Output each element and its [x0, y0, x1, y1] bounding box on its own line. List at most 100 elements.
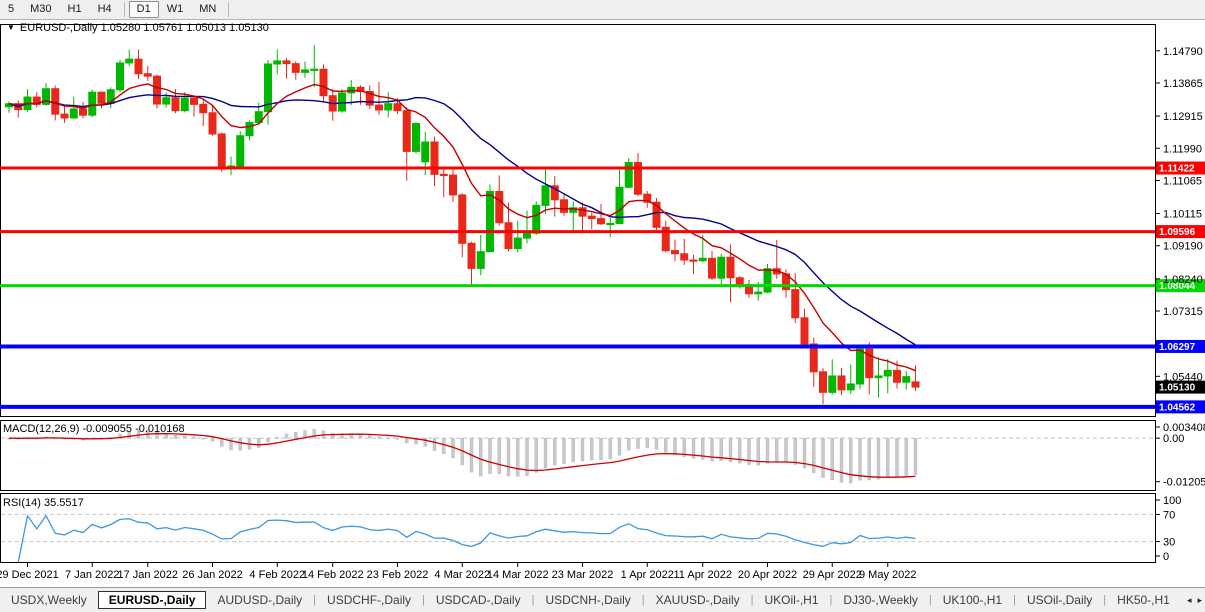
- chart-tab-usdcad-daily[interactable]: USDCAD-,Daily: [425, 591, 532, 609]
- price-tick-label: 1.12915: [1163, 111, 1203, 123]
- date-axis: 29 Dec 20217 Jan 202217 Jan 202226 Jan 2…: [0, 563, 916, 582]
- candle-body: [283, 61, 290, 64]
- candle-body: [690, 260, 697, 261]
- candle-body: [718, 257, 725, 278]
- chart-title: ▼ EURUSD-,Daily 1.05280 1.05761 1.05013 …: [7, 22, 269, 34]
- macd-bar: [766, 438, 769, 463]
- candle-body: [440, 174, 447, 175]
- chart-tab-usdchf-daily[interactable]: USDCHF-,Daily: [316, 591, 422, 609]
- candle-body: [52, 89, 59, 114]
- timeframe-button-w1[interactable]: W1: [159, 1, 192, 18]
- candle-body: [237, 136, 244, 166]
- macd-bar: [627, 438, 630, 450]
- candle-body: [61, 114, 68, 118]
- macd-bar: [174, 435, 177, 438]
- price-tick-label: 1.13865: [1163, 78, 1203, 90]
- candle-body: [598, 219, 605, 224]
- macd-bar: [378, 437, 381, 438]
- price-tick-label: 1.07315: [1163, 306, 1203, 318]
- date-label: 23 Mar 2022: [552, 569, 614, 581]
- macd-bar: [183, 436, 186, 438]
- chart-tab-usoil-daily[interactable]: USOil-,Daily: [1016, 591, 1103, 609]
- price-tick-label: 1.14790: [1163, 46, 1203, 58]
- current-price-label: 1.05130: [1159, 383, 1196, 394]
- candle-body: [894, 370, 901, 382]
- macd-bar: [442, 438, 445, 454]
- tab-scroll-right-icon[interactable]: ▸: [1197, 595, 1202, 606]
- macd-bar: [905, 438, 908, 475]
- timeframe-button-mn[interactable]: MN: [191, 1, 224, 18]
- macd-bar: [489, 438, 492, 473]
- candle-body: [820, 372, 827, 393]
- macd-bar: [535, 438, 538, 472]
- candle-body: [681, 254, 688, 260]
- candle-body: [302, 70, 309, 72]
- toolbar-separator: [124, 2, 125, 17]
- candle-body: [376, 105, 383, 110]
- candle-body: [505, 223, 512, 249]
- candle-body: [736, 278, 743, 285]
- macd-bar: [424, 438, 427, 446]
- candle-body: [829, 376, 836, 392]
- candle-body: [209, 113, 216, 134]
- chart-tab-audusd-daily[interactable]: AUDUSD-,Daily: [206, 591, 313, 609]
- date-label: 23 Feb 2022: [367, 569, 429, 581]
- timeframe-button-m30[interactable]: M30: [22, 1, 59, 18]
- candle-body: [875, 376, 882, 378]
- chart-canvas[interactable]: 1.114221.095961.080441.062971.045621.051…: [0, 0, 1205, 587]
- chart-tab-ukoil-h1[interactable]: UKOil-,H1: [754, 591, 830, 609]
- chart-tab-usdcnh-daily[interactable]: USDCNH-,Daily: [534, 591, 641, 609]
- macd-bar: [877, 438, 880, 479]
- candle-body: [181, 98, 188, 111]
- macd-bar: [276, 437, 279, 438]
- timeframe-button-h1[interactable]: H1: [60, 1, 90, 18]
- rsi-pane: 10070300: [1, 495, 1181, 563]
- rsi-pane-border: [1, 494, 1156, 563]
- chart-tab-xauusd-daily[interactable]: XAUUSD-,Daily: [645, 591, 751, 609]
- macd-bar: [655, 438, 658, 449]
- candle-body: [191, 98, 198, 104]
- macd-bar: [859, 438, 862, 480]
- macd-bar: [775, 438, 778, 462]
- timeframe-button-h4[interactable]: H4: [90, 1, 120, 18]
- chart-tab-usdx-weekly[interactable]: USDX,Weekly: [0, 591, 98, 609]
- candle-body: [135, 59, 142, 74]
- price-tick-label: 1.09190: [1163, 241, 1203, 253]
- macd-bar: [822, 438, 825, 478]
- macd-bar: [202, 438, 205, 439]
- chart-tab-eurusd-daily[interactable]: EURUSD-,Daily: [98, 591, 207, 609]
- date-label: 4 Feb 2022: [249, 569, 305, 581]
- toolbar-separator: [228, 2, 229, 17]
- hline-price-label: 1.11422: [1159, 164, 1195, 175]
- main-pane-border: [1, 25, 1156, 417]
- rsi-line: [18, 516, 915, 562]
- candle-body: [292, 64, 299, 73]
- tab-scroll-left-icon[interactable]: ◂: [1187, 595, 1192, 606]
- chart-tab-dj30-weekly[interactable]: DJ30-,Weekly: [832, 591, 928, 609]
- candle-body: [339, 93, 346, 111]
- macd-bar: [849, 438, 852, 483]
- candle-body: [838, 376, 845, 390]
- chart-tab-uk100-h1[interactable]: UK100-,H1: [932, 591, 1013, 609]
- chart-tab-hk50-h1[interactable]: HK50-,H1: [1106, 591, 1181, 609]
- candle-body: [764, 269, 771, 292]
- candle-body: [487, 191, 494, 251]
- candle-body: [144, 74, 151, 76]
- date-label: 20 Apr 2022: [738, 569, 797, 581]
- date-label: 26 Jan 2022: [182, 569, 243, 581]
- macd-bar: [896, 438, 899, 477]
- timeframe-button-d1[interactable]: D1: [129, 1, 159, 18]
- price-tick-label: 1.10115: [1163, 209, 1202, 221]
- candle-body: [847, 384, 854, 390]
- timeframe-button-5[interactable]: 5: [0, 1, 22, 18]
- candle-body: [524, 233, 531, 238]
- candle-body: [385, 104, 392, 110]
- candle-body: [468, 243, 475, 268]
- hline-price-label: 1.06297: [1159, 342, 1196, 353]
- macd-bar: [211, 438, 214, 441]
- hline-price-label: 1.04562: [1159, 402, 1196, 413]
- candle-body: [514, 238, 521, 248]
- candle-body: [709, 258, 716, 278]
- chevron-down-icon[interactable]: ▼: [7, 24, 15, 32]
- macd-bar: [331, 433, 334, 438]
